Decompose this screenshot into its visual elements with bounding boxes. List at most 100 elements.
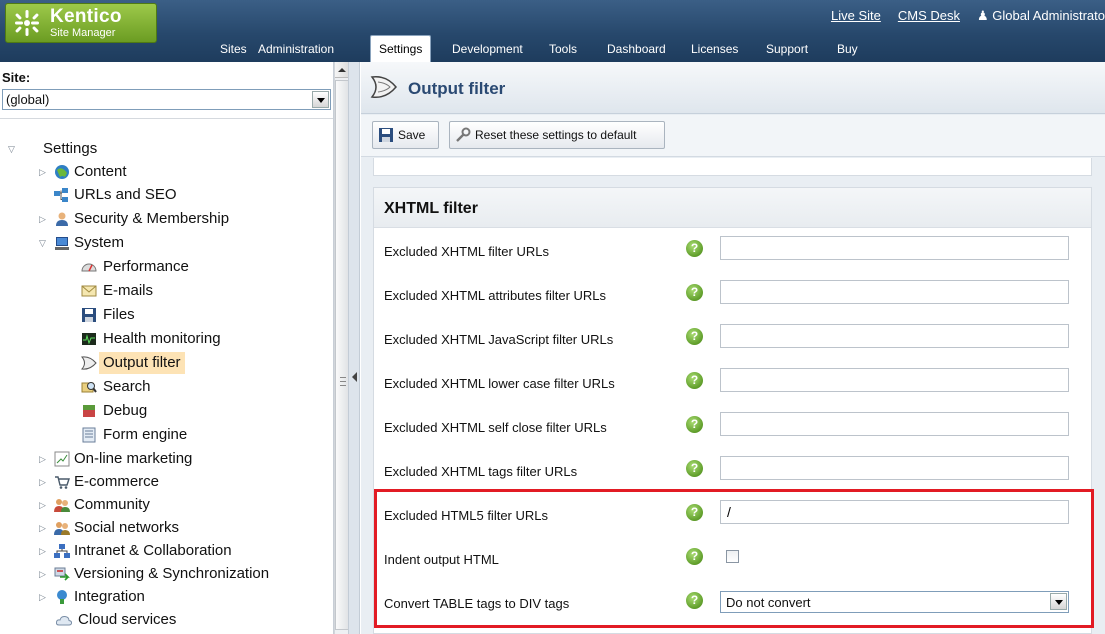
excluded-xhtml-tags-filter-urls-input[interactable] bbox=[720, 456, 1069, 480]
tab-development[interactable]: Development bbox=[452, 42, 523, 56]
help-icon[interactable]: ? bbox=[686, 416, 703, 433]
help-icon[interactable]: ? bbox=[686, 284, 703, 301]
setting-label: Excluded XHTML tags filter URLs bbox=[384, 464, 578, 479]
collapsed-arrow-icon[interactable]: ▷ bbox=[39, 540, 51, 562]
site-selector[interactable]: (global) bbox=[2, 89, 331, 110]
help-icon[interactable]: ? bbox=[686, 372, 703, 389]
collapsed-arrow-icon[interactable]: ▷ bbox=[39, 517, 51, 539]
tab-administration[interactable]: Administration bbox=[258, 42, 334, 56]
tree-node-label: Community bbox=[74, 496, 150, 513]
help-icon[interactable]: ? bbox=[686, 460, 703, 477]
collapsed-arrow-icon[interactable]: ▷ bbox=[39, 161, 51, 183]
setting-label: Excluded XHTML attributes filter URLs bbox=[384, 288, 607, 303]
setting-row: Indent output HTML ? bbox=[374, 536, 1091, 580]
collapsed-arrow-icon[interactable]: ▷ bbox=[39, 586, 51, 608]
tree-node-label: On-line marketing bbox=[74, 450, 193, 467]
tree-node-label: Output filter bbox=[99, 352, 185, 374]
tree-node-label: Settings bbox=[43, 140, 98, 157]
excluded-xhtml-lower-case-filter-urls-input[interactable] bbox=[720, 368, 1069, 392]
section-header: XHTML filter bbox=[374, 188, 1091, 228]
tab-dashboard[interactable]: Dashboard bbox=[607, 42, 666, 56]
tab-sites[interactable]: Sites bbox=[220, 42, 247, 56]
cms-desk-link[interactable]: CMS Desk bbox=[898, 8, 960, 23]
collapsed-arrow-icon[interactable]: ▷ bbox=[39, 208, 51, 230]
dropdown-arrow-icon[interactable] bbox=[1050, 593, 1067, 610]
reset-settings-button[interactable]: Reset these settings to default bbox=[449, 121, 665, 149]
form-icon bbox=[82, 427, 96, 443]
scrollbar-thumb[interactable] bbox=[335, 80, 349, 630]
page-header: Output filter bbox=[361, 62, 1105, 114]
excluded-xhtml-filter-urls-input[interactable] bbox=[720, 236, 1069, 260]
collapse-arrow-icon[interactable] bbox=[352, 372, 357, 382]
tree-node-label: Intranet & Collaboration bbox=[74, 542, 232, 559]
excluded-xhtml-javascript-filter-urls-input[interactable] bbox=[720, 324, 1069, 348]
collapsed-arrow-icon[interactable]: ▷ bbox=[39, 448, 51, 470]
expanded-arrow-icon[interactable]: ▽ bbox=[39, 232, 51, 254]
xhtml-filter-section: XHTML filter Excluded XHTML filter URLs … bbox=[373, 187, 1092, 634]
setting-row: Excluded HTML5 filter URLs ? bbox=[374, 492, 1091, 536]
tree-node-label: Health monitoring bbox=[103, 330, 221, 347]
output-filter-icon bbox=[370, 75, 397, 99]
network-icon bbox=[54, 544, 70, 558]
tree-node-label: Files bbox=[103, 306, 135, 323]
site-selector-value: (global) bbox=[6, 92, 50, 107]
people-icon bbox=[54, 522, 70, 535]
setting-label: Excluded HTML5 filter URLs bbox=[384, 508, 548, 523]
dropdown-arrow-icon[interactable] bbox=[312, 91, 329, 108]
main-tabs: Sites Administration Settings Developmen… bbox=[0, 35, 1105, 62]
gauge-icon bbox=[81, 263, 97, 272]
convert-table-tags-select[interactable]: Do not convert bbox=[720, 591, 1069, 613]
wrench-icon bbox=[456, 127, 471, 142]
setting-label: Excluded XHTML filter URLs bbox=[384, 244, 549, 259]
tree-node-label: Form engine bbox=[103, 426, 188, 443]
page-title: Output filter bbox=[408, 79, 506, 98]
site-label: Site: bbox=[2, 70, 31, 85]
collapsed-arrow-icon[interactable]: ▷ bbox=[39, 494, 51, 516]
help-icon[interactable]: ? bbox=[686, 548, 703, 565]
tab-tools[interactable]: Tools bbox=[549, 42, 577, 56]
setting-row: Excluded XHTML lower case filter URLs ? bbox=[374, 360, 1091, 404]
search-icon bbox=[81, 382, 97, 393]
setting-label: Indent output HTML bbox=[384, 552, 499, 567]
tab-buy[interactable]: Buy bbox=[837, 42, 858, 56]
collapsed-arrow-icon[interactable]: ▷ bbox=[39, 471, 51, 493]
setting-row: Excluded XHTML tags filter URLs ? bbox=[374, 448, 1091, 492]
tree-node-label: Integration bbox=[74, 588, 145, 605]
tree-node-label: Debug bbox=[103, 402, 148, 419]
setting-row: Convert TABLE tags to DIV tags ? Do not … bbox=[374, 580, 1091, 624]
indent-output-html-checkbox[interactable] bbox=[726, 550, 739, 563]
help-icon[interactable]: ? bbox=[686, 328, 703, 345]
cart-icon bbox=[55, 476, 70, 489]
setting-label: Excluded XHTML lower case filter URLs bbox=[384, 376, 615, 391]
scroll-up-arrow-icon[interactable] bbox=[335, 62, 349, 78]
tree-node-label: Social networks bbox=[74, 519, 180, 536]
tree-node-label: Versioning & Synchronization bbox=[74, 565, 270, 582]
tab-settings[interactable]: Settings bbox=[370, 35, 432, 62]
expanded-arrow-icon[interactable]: ▽ bbox=[8, 138, 20, 160]
tab-licenses[interactable]: Licenses bbox=[691, 42, 738, 56]
setting-row: Excluded XHTML JavaScript filter URLs ? bbox=[374, 316, 1091, 360]
computer-icon bbox=[55, 237, 69, 250]
brand-name: Kentico bbox=[50, 6, 122, 27]
settings-tree-panel: Site: (global) ▽ Settings ▷ Content URLs… bbox=[0, 62, 334, 634]
sync-icon bbox=[54, 567, 70, 581]
top-links: Live Site CMS Desk ♟ Global Administrato bbox=[831, 8, 1105, 24]
collapsed-arrow-icon[interactable]: ▷ bbox=[39, 563, 51, 585]
help-icon[interactable]: ? bbox=[686, 240, 703, 257]
save-button[interactable]: Save bbox=[372, 121, 439, 149]
tree-scrollbar[interactable] bbox=[334, 62, 349, 634]
tab-support[interactable]: Support bbox=[766, 42, 808, 56]
excluded-xhtml-self-close-filter-urls-input[interactable] bbox=[720, 412, 1069, 436]
people-icon bbox=[54, 499, 70, 512]
excluded-xhtml-attributes-filter-urls-input[interactable] bbox=[720, 280, 1069, 304]
help-icon[interactable]: ? bbox=[686, 504, 703, 521]
panel-splitter[interactable] bbox=[348, 62, 360, 634]
help-icon[interactable]: ? bbox=[686, 592, 703, 609]
tree-node-label: E-commerce bbox=[74, 473, 160, 490]
grip-icon bbox=[340, 377, 346, 386]
previous-section-box bbox=[373, 158, 1092, 176]
user-menu[interactable]: ♟ Global Administrato bbox=[977, 8, 1105, 23]
live-site-link[interactable]: Live Site bbox=[831, 8, 881, 23]
envelope-icon bbox=[81, 285, 97, 297]
excluded-html5-filter-urls-input[interactable] bbox=[720, 500, 1069, 524]
